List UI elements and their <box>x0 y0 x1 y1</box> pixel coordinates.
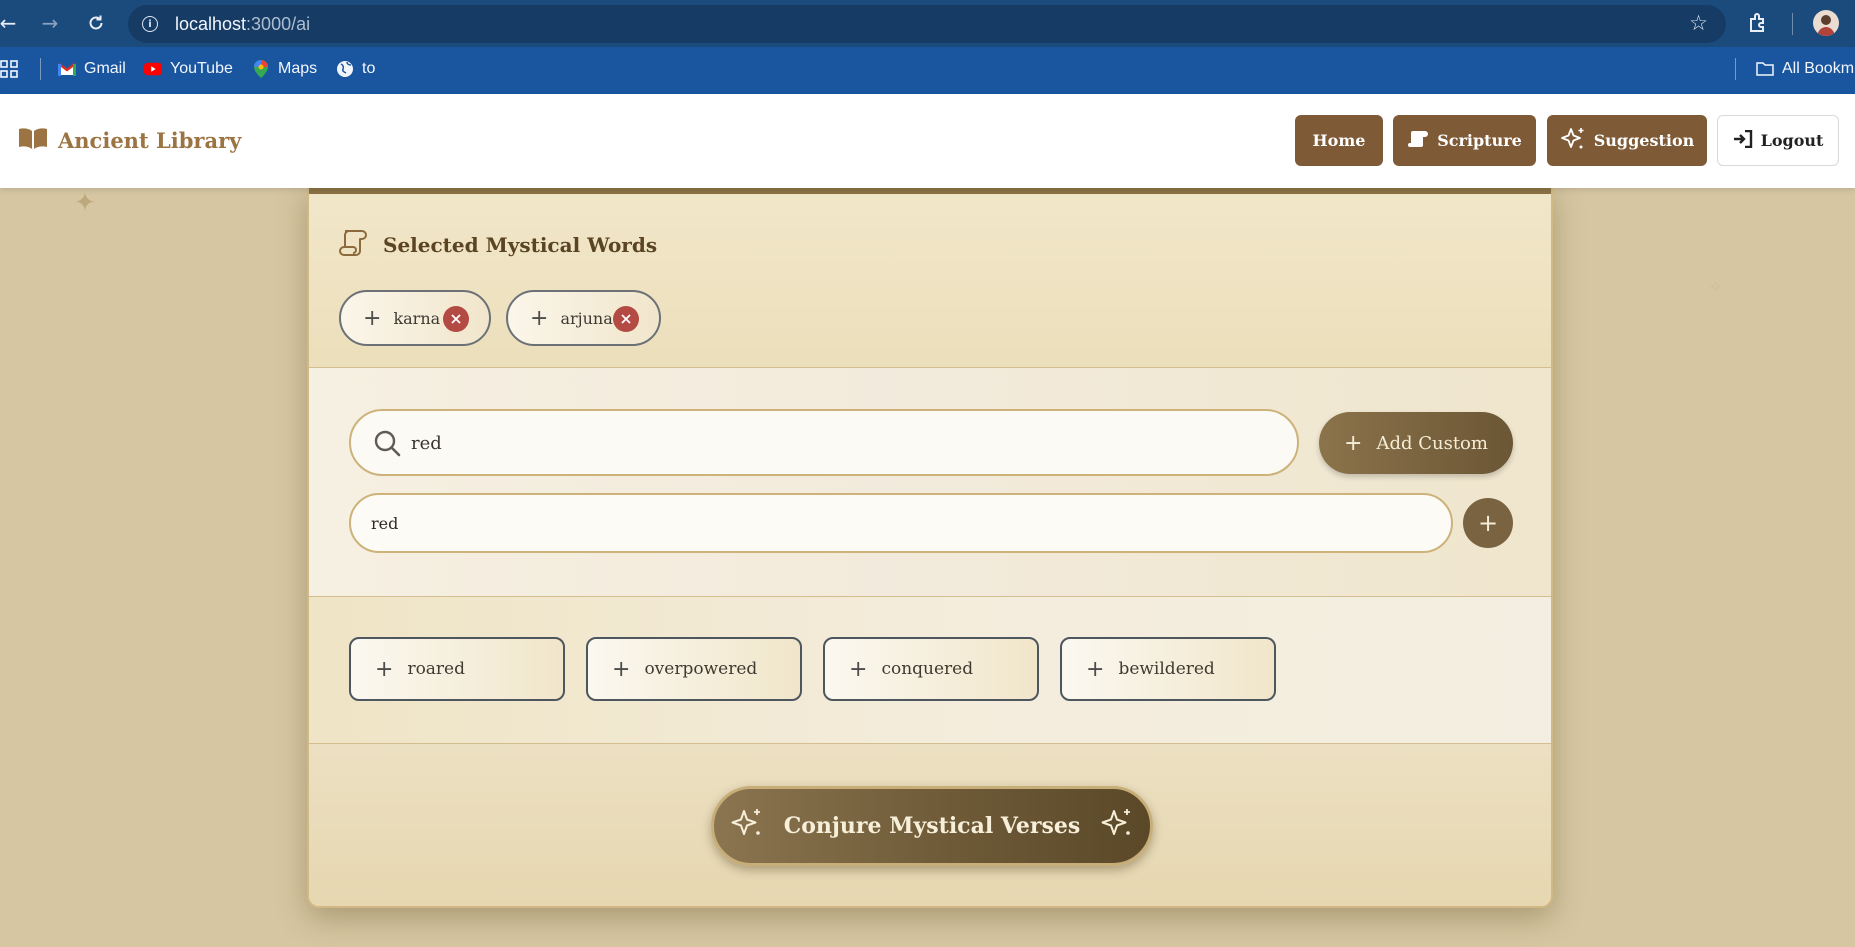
apps-grid-icon[interactable] <box>0 60 18 78</box>
logout-button[interactable]: Logout <box>1717 115 1839 166</box>
youtube-icon <box>144 60 162 78</box>
nav-scripture-button[interactable]: Scripture <box>1393 115 1536 166</box>
conjure-verses-button[interactable]: Conjure Mystical Verses <box>711 786 1153 866</box>
plus-icon: + <box>530 305 549 331</box>
suggestion-label: roared <box>407 659 466 679</box>
search-input[interactable]: red <box>349 409 1299 476</box>
gmail-icon <box>58 60 76 78</box>
plus-icon: + <box>849 656 868 682</box>
section-title: Selected Mystical Words <box>383 233 658 257</box>
close-icon <box>621 314 631 324</box>
custom-word-value: red <box>371 514 399 533</box>
add-word-button[interactable]: + <box>1463 498 1513 548</box>
sparkles-icon <box>1100 806 1134 846</box>
bookmark-to[interactable]: to <box>336 60 375 78</box>
extensions-icon[interactable] <box>1747 11 1771 35</box>
bookmarks-bar: Gmail YouTube Maps to All Bookm <box>0 47 1855 94</box>
composer-card: Selected Mystical Words + karna + arjuna… <box>307 184 1553 908</box>
suggestion-item[interactable]: + roared <box>349 637 565 701</box>
add-custom-button[interactable]: + Add Custom <box>1319 412 1513 474</box>
search-value: red <box>411 433 442 454</box>
suggestion-label: conquered <box>881 659 974 679</box>
suggestion-label: overpowered <box>644 659 758 679</box>
bookmark-label: Maps <box>278 60 318 77</box>
profile-avatar[interactable] <box>1813 10 1839 36</box>
sparkle-decoration-icon: ✦ <box>74 188 96 218</box>
conjure-label: Conjure Mystical Verses <box>783 813 1081 839</box>
bookmark-label: to <box>362 60 376 77</box>
selected-words-header: Selected Mystical Words <box>339 229 657 261</box>
bookmark-label: Gmail <box>84 60 126 77</box>
reload-icon[interactable] <box>84 11 108 35</box>
toolbar-divider <box>1792 13 1793 35</box>
close-icon <box>451 314 461 324</box>
plus-icon: + <box>1086 656 1105 682</box>
nav-suggestion-button[interactable]: Suggestion <box>1547 115 1707 166</box>
all-bookmarks[interactable]: All Bookm <box>1756 60 1854 78</box>
remove-word-button[interactable] <box>443 306 469 332</box>
scroll-icon <box>1407 130 1429 152</box>
forward-arrow-icon[interactable]: → <box>38 11 62 35</box>
plus-icon: + <box>1344 430 1363 456</box>
maps-icon <box>252 60 270 78</box>
app-header: Ancient Library Home Scripture Suggestio… <box>0 94 1855 188</box>
search-icon <box>373 429 401 461</box>
suggestion-item[interactable]: + bewildered <box>1060 637 1276 701</box>
logout-label: Logout <box>1760 131 1824 150</box>
chip-label: arjuna <box>560 308 613 328</box>
sparkles-icon <box>1560 126 1586 156</box>
sparkle-decoration-icon: ✧ <box>1708 277 1724 298</box>
suggestion-item[interactable]: + overpowered <box>586 637 802 701</box>
bookmarks-divider <box>1735 58 1736 80</box>
address-bar[interactable]: i localhost:3000/ai ☆ <box>128 5 1726 43</box>
open-book-icon <box>18 127 48 153</box>
nav-scripture-label: Scripture <box>1437 131 1522 150</box>
bookmark-gmail[interactable]: Gmail <box>58 60 126 78</box>
bookmark-label: YouTube <box>170 60 233 77</box>
suggestion-label: bewildered <box>1118 659 1215 679</box>
brand-title: Ancient Library <box>58 127 242 153</box>
selected-word-chip[interactable]: + arjuna <box>506 290 661 346</box>
nav-home-button[interactable]: Home <box>1295 115 1383 166</box>
bookmark-star-icon[interactable]: ☆ <box>1689 11 1708 35</box>
nav-suggestion-label: Suggestion <box>1593 131 1695 150</box>
bookmark-youtube[interactable]: YouTube <box>144 60 233 78</box>
scroll-icon <box>339 229 369 261</box>
bookmark-label: All Bookm <box>1782 60 1855 77</box>
bookmarks-divider <box>40 58 41 80</box>
nav-home-label: Home <box>1312 131 1366 150</box>
globe-icon <box>336 60 354 78</box>
selected-word-chip[interactable]: + karna <box>339 290 491 346</box>
browser-toolbar: ← → i localhost:3000/ai ☆ <box>0 0 1855 47</box>
folder-icon <box>1756 60 1774 78</box>
plus-icon: + <box>375 656 394 682</box>
sparkles-icon <box>730 806 764 846</box>
selected-words-section: Selected Mystical Words + karna + arjuna <box>309 194 1551 368</box>
brand[interactable]: Ancient Library <box>18 127 241 153</box>
plus-icon: + <box>1477 509 1499 537</box>
sign-out-icon <box>1733 129 1753 152</box>
suggestions-section: + roared + overpowered + conquered + bew… <box>309 597 1551 744</box>
bookmark-maps[interactable]: Maps <box>252 60 317 78</box>
remove-word-button[interactable] <box>613 306 639 332</box>
suggestion-item[interactable]: + conquered <box>823 637 1039 701</box>
back-arrow-icon[interactable]: ← <box>0 11 20 35</box>
search-section: red + Add Custom red + <box>309 368 1551 597</box>
plus-icon: + <box>363 305 382 331</box>
custom-word-input[interactable]: red <box>349 493 1453 553</box>
site-info-icon[interactable]: i <box>142 16 158 32</box>
plus-icon: + <box>612 656 631 682</box>
url-text: localhost:3000/ai <box>175 14 311 34</box>
add-custom-label: Add Custom <box>1376 432 1488 454</box>
chip-label: karna <box>393 308 441 328</box>
action-section: Conjure Mystical Verses <box>309 744 1551 906</box>
